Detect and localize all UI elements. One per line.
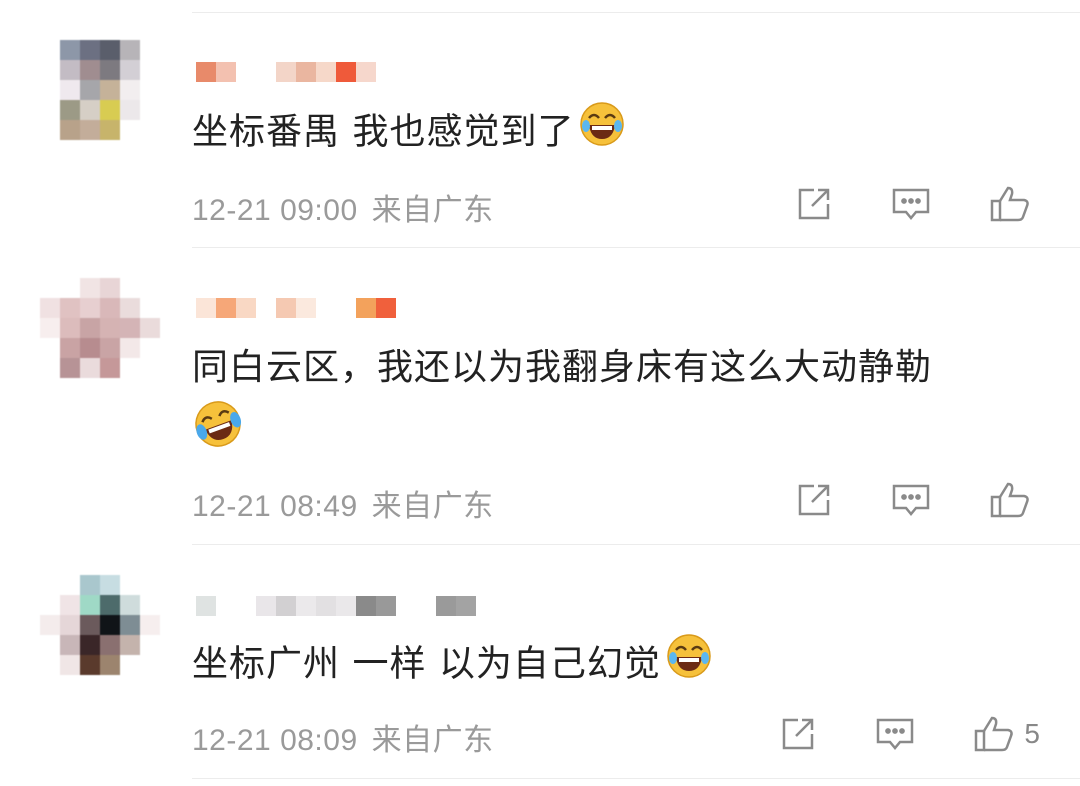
username-masked[interactable]	[196, 296, 396, 320]
thumbs-up-icon	[990, 186, 1029, 222]
reply-button[interactable]	[890, 478, 932, 522]
share-button[interactable]	[794, 182, 834, 226]
comment-icon	[877, 718, 914, 750]
comment-divider	[192, 247, 1080, 248]
comment-time: 12-21 09:00	[192, 194, 358, 227]
share-icon	[798, 188, 830, 220]
username-masked[interactable]	[196, 594, 476, 618]
comment-location: 来自广东	[371, 490, 494, 523]
laughing-tears-emoji-icon	[578, 100, 626, 167]
comment-location: 来自广东	[371, 194, 494, 227]
comment-actions	[794, 182, 1040, 226]
reply-button[interactable]	[874, 712, 916, 756]
comment-icon	[892, 484, 930, 516]
reply-button[interactable]	[890, 182, 932, 226]
thumbs-up-icon	[990, 482, 1029, 518]
comment-location: 来自广东	[371, 724, 494, 757]
like-button[interactable]	[988, 478, 1040, 522]
comment-actions: 5	[778, 712, 1040, 756]
comment-actions	[794, 478, 1040, 522]
comment-meta: 12-21 08:49 来自广东	[192, 481, 494, 525]
comment-text-content: 坐标番禺 我也感觉到了	[192, 111, 575, 153]
like-button[interactable]: 5	[972, 712, 1040, 756]
like-button[interactable]	[988, 182, 1040, 226]
comment-meta: 12-21 09:00 来自广东	[192, 185, 494, 229]
avatar[interactable]	[40, 278, 160, 398]
like-count: 5	[1024, 718, 1040, 749]
share-button[interactable]	[778, 712, 818, 756]
top-divider	[192, 12, 1080, 13]
share-button[interactable]	[794, 478, 834, 522]
comment-meta: 12-21 08:09 来自广东	[192, 715, 494, 759]
avatar[interactable]	[40, 40, 160, 160]
comment-text: 同白云区，我还以为我翻身床有这么大动静勒	[192, 338, 1052, 469]
share-icon	[798, 484, 830, 516]
laughing-tears-emoji-icon	[665, 632, 713, 699]
username-masked[interactable]	[196, 60, 376, 84]
comment-divider	[192, 778, 1080, 779]
comment-icon	[892, 188, 930, 220]
comment-text-content: 坐标广州 一样 以为自己幻觉	[192, 643, 661, 685]
thumbs-up-icon	[975, 716, 1014, 752]
comment-text: 坐标番禺 我也感觉到了	[192, 100, 1052, 167]
comment-divider	[192, 544, 1080, 545]
avatar[interactable]	[40, 575, 160, 695]
comment-text-content: 同白云区，我还以为我翻身床有这么大动静勒	[192, 347, 933, 388]
share-icon	[783, 718, 814, 750]
comment-text: 坐标广州 一样 以为自己幻觉	[192, 632, 1052, 699]
comment-time: 12-21 08:49	[192, 490, 358, 523]
crying-laughing-emoji-icon	[192, 398, 244, 469]
comment-time: 12-21 08:09	[192, 724, 358, 757]
